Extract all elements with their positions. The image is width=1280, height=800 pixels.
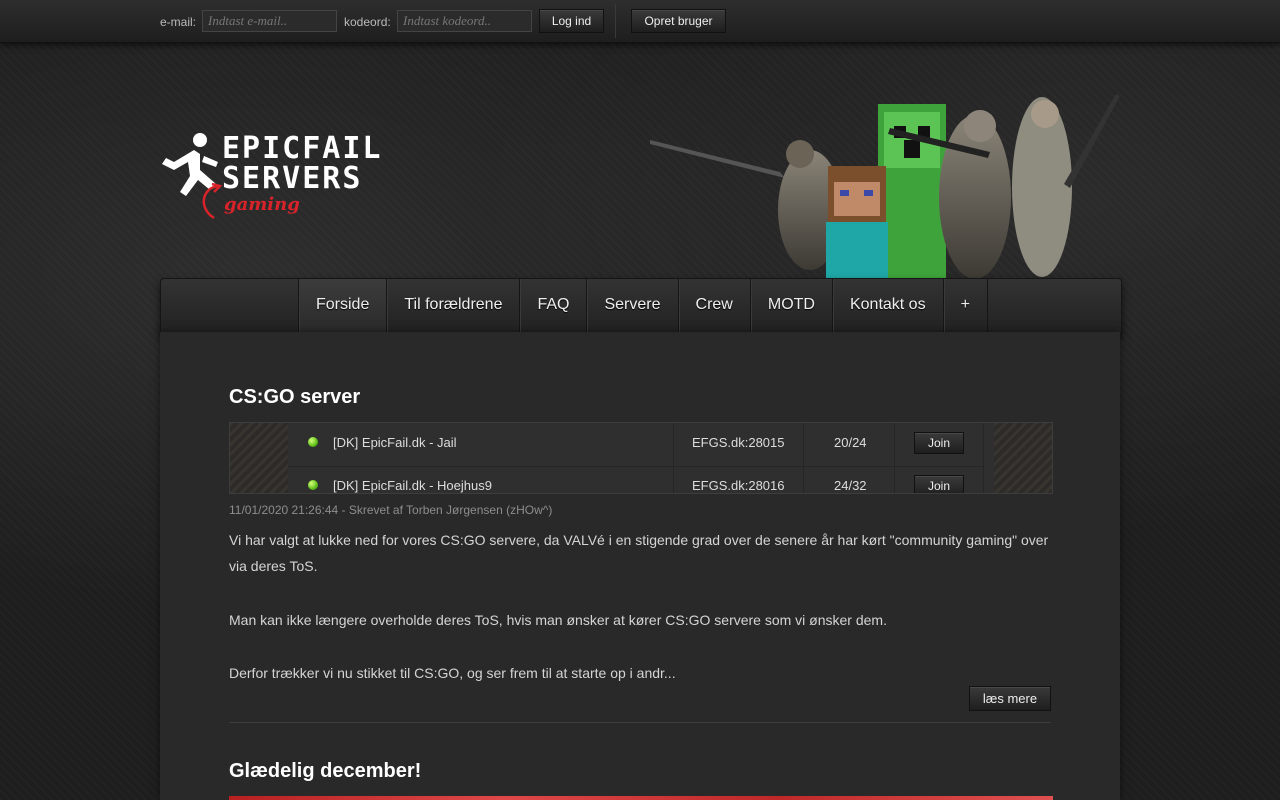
server-status-banner: [DK] EpicFail.dk - Jail EFGS.dk:28015 20… [229,422,1053,494]
nav-item-faq[interactable]: FAQ [520,279,588,333]
nav-item-motd[interactable]: MOTD [751,279,833,333]
post-banner-image [229,796,1053,800]
nav-list: Forside Til forældrene FAQ Servere Crew … [298,279,988,333]
hero-characters-artwork [650,94,1120,278]
online-status-icon [308,437,318,447]
post-title[interactable]: Glædelig december! [229,760,421,783]
join-server-button[interactable]: Join [914,432,964,454]
read-more-button[interactable]: læs mere [969,686,1051,711]
topbar-separator [615,4,616,38]
server-address: EFGS.dk:28016 [692,478,785,493]
nav-item-more[interactable]: + [944,279,988,333]
post-meta: 11/01/2020 21:26:44 - Skrevet af Torben … [229,503,553,517]
server-address: EFGS.dk:28015 [692,435,785,450]
site-logo[interactable]: EPICFAIL SERVERS gaming [160,130,420,225]
banner-right-art [994,423,1052,493]
login-button[interactable]: Log ind [539,9,604,33]
online-status-icon [308,480,318,490]
post-paragraph: Man kan ikke længere overholde deres ToS… [229,612,887,628]
email-input[interactable] [202,10,337,32]
nav-item-servere[interactable]: Servere [587,279,679,333]
server-players: 24/32 [834,478,867,493]
post-paragraph: Derfor trækker vi nu stikket til CS:GO, … [229,665,676,681]
post-paragraph: Vi har valgt at lukke ned for vores CS:G… [229,532,1049,574]
post-divider [229,722,1051,723]
register-button[interactable]: Opret bruger [631,9,726,33]
server-row: [DK] EpicFail.dk - Hoejhus9 EFGS.dk:2801… [288,466,984,493]
server-players: 20/24 [834,435,867,450]
content-area: CS:GO server [DK] EpicFail.dk - Jail EFG… [160,332,1120,800]
logo-word-epicfail: EPICFAIL [222,131,383,166]
server-name: [DK] EpicFail.dk - Hoejhus9 [333,478,492,493]
login-bar: e-mail: kodeord: Log ind Opret bruger [0,0,1280,43]
nav-item-kontakt-os[interactable]: Kontakt os [833,279,944,333]
nav-item-forside[interactable]: Forside [299,279,388,333]
server-name: [DK] EpicFail.dk - Jail [333,435,457,450]
main-navigation: Forside Til forældrene FAQ Servere Crew … [160,278,1122,334]
post-title[interactable]: CS:GO server [229,386,360,409]
password-label: kodeord: [344,15,391,29]
nav-item-til-foraeldrene[interactable]: Til forældrene [387,279,521,333]
email-label: e-mail: [160,15,197,29]
join-server-button[interactable]: Join [914,475,964,493]
logo-tagline: gaming [224,194,300,215]
password-input[interactable] [397,10,532,32]
server-row: [DK] EpicFail.dk - Jail EFGS.dk:28015 20… [288,423,984,467]
nav-item-crew[interactable]: Crew [679,279,751,333]
banner-left-art [230,423,288,493]
logo-word-servers: SERVERS [222,161,363,196]
